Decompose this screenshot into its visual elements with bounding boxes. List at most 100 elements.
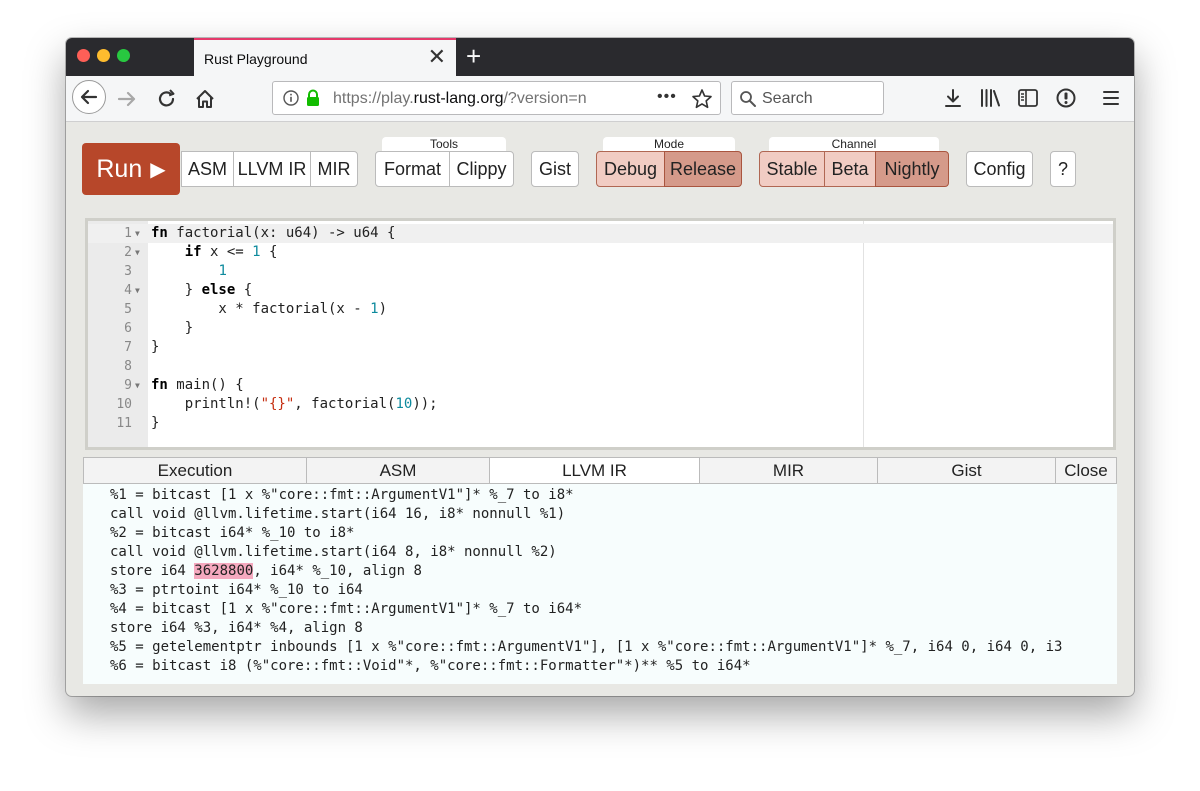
llvm-ir-line: %4 = bitcast [1 x %"core::fmt::ArgumentV… (110, 601, 583, 617)
tab-mir[interactable]: MIR (700, 458, 878, 483)
secure-lock-icon[interactable] (305, 89, 321, 107)
llvm-ir-line: store i64 3628800, i64* %_10, align 8 (110, 563, 422, 579)
navigation-bar: https://play.rust-lang.org/?version=n ••… (66, 76, 1134, 122)
url-text[interactable]: https://play.rust-lang.org/?version=n (333, 90, 623, 108)
stable-button[interactable]: Stable (759, 151, 825, 187)
code-line[interactable]: 10 println!("{}", factorial(10)); (88, 395, 1113, 414)
line-number: 11 (116, 416, 132, 431)
channel-group-label: Channel (769, 137, 939, 151)
play-icon: ▶ (150, 158, 166, 181)
home-button[interactable] (193, 87, 217, 111)
code-line[interactable]: 11} (88, 414, 1113, 433)
bookmark-star-icon[interactable] (691, 88, 713, 110)
fold-arrow-icon[interactable]: ▼ (135, 224, 140, 243)
close-tab-icon[interactable]: ✕ (428, 46, 446, 68)
line-number: 7 (124, 340, 132, 355)
llvm-ir-line: call void @llvm.lifetime.start(i64 8, i8… (110, 544, 557, 560)
code-text: } (151, 320, 194, 336)
clippy-button[interactable]: Clippy (449, 151, 514, 187)
maximize-window-icon[interactable] (117, 49, 130, 62)
llvm-ir-line: %1 = bitcast [1 x %"core::fmt::ArgumentV… (110, 487, 574, 503)
code-line[interactable]: 1 ▼ fn factorial(x: u64) -> u64 { (88, 224, 1113, 243)
tab-gist[interactable]: Gist (878, 458, 1056, 483)
search-placeholder: Search (762, 90, 813, 107)
search-icon (740, 91, 756, 107)
tab-title: Rust Playground (204, 51, 308, 67)
gist-button[interactable]: Gist (531, 151, 579, 187)
llvm-ir-line: call void @llvm.lifetime.start(i64 16, i… (110, 506, 566, 522)
sidebar-icon[interactable] (1017, 87, 1039, 109)
help-button[interactable]: ? (1050, 151, 1076, 187)
hamburger-menu-icon[interactable] (1102, 88, 1120, 108)
tools-group-label: Tools (382, 137, 506, 151)
debug-button[interactable]: Debug (596, 151, 665, 187)
page-actions-menu[interactable]: ••• (657, 88, 677, 106)
tab-llvm-ir[interactable]: LLVM IR (490, 458, 700, 483)
code-editor[interactable]: 1 ▼ fn factorial(x: u64) -> u64 {2 ▼ if x <… (85, 218, 1116, 450)
address-bar[interactable]: https://play.rust-lang.org/?version=n ••… (272, 81, 721, 115)
tab-execution[interactable]: Execution (84, 458, 307, 483)
library-icon[interactable] (979, 87, 1003, 109)
tab-bar: Rust Playground ✕ + (66, 38, 1134, 76)
code-line[interactable]: 6 } (88, 319, 1113, 338)
line-number: 4 (124, 283, 132, 298)
config-button[interactable]: Config (966, 151, 1033, 187)
code-text: println!("{}", factorial(10)); (151, 396, 438, 412)
code-line[interactable]: 8 (88, 357, 1113, 376)
fold-arrow-icon[interactable]: ▼ (135, 281, 140, 300)
output-tabs: Execution ASM LLVM IR MIR Gist Close (83, 457, 1117, 484)
release-button[interactable]: Release (664, 151, 742, 187)
browser-tab[interactable]: Rust Playground ✕ (194, 38, 456, 76)
search-bar[interactable]: Search (731, 81, 884, 115)
line-number: 3 (124, 264, 132, 279)
close-window-icon[interactable] (77, 49, 90, 62)
code-text: fn main() { (151, 377, 244, 393)
fold-arrow-icon[interactable]: ▼ (135, 376, 140, 395)
line-number: 6 (124, 321, 132, 336)
code-line[interactable]: 3 1 (88, 262, 1113, 281)
code-line[interactable]: 2 ▼ if x <= 1 { (88, 243, 1113, 262)
code-line[interactable]: 4 ▼ } else { (88, 281, 1113, 300)
llvm-ir-button[interactable]: LLVM IR (233, 151, 311, 187)
back-arrow-icon (80, 89, 98, 105)
new-tab-button[interactable]: + (466, 42, 481, 70)
nightly-button[interactable]: Nightly (875, 151, 949, 187)
line-number: 5 (124, 302, 132, 317)
downloads-icon[interactable] (942, 87, 964, 109)
llvm-ir-line: store i64 %3, i64* %4, align 8 (110, 620, 363, 636)
extension-icon[interactable] (1055, 87, 1077, 109)
line-number: 10 (116, 397, 132, 412)
code-text: if x <= 1 { (184, 244, 278, 260)
fold-arrow-icon[interactable]: ▼ (135, 243, 140, 262)
forward-button[interactable] (116, 88, 138, 110)
code-line[interactable]: 5 x * factorial(x - 1) (88, 300, 1113, 319)
code-text: } else { (151, 282, 253, 298)
line-number: 1 (124, 226, 132, 241)
llvm-ir-line: %2 = bitcast i64* %_10 to i8* (110, 525, 355, 541)
llvm-ir-line: %6 = bitcast i8 (%"core::fmt::Void"*, %"… (110, 658, 751, 674)
output-panel[interactable]: %1 = bitcast [1 x %"core::fmt::ArgumentV… (83, 484, 1117, 684)
line-number: 9 (124, 378, 132, 393)
llvm-ir-line: %3 = ptrtoint i64* %_10 to i64 (110, 582, 363, 598)
code-line[interactable]: 7} (88, 338, 1113, 357)
tab-asm[interactable]: ASM (307, 458, 490, 483)
mode-group-label: Mode (603, 137, 735, 151)
run-button[interactable]: Run ▶ (82, 143, 180, 195)
info-icon[interactable] (283, 90, 299, 106)
beta-button[interactable]: Beta (824, 151, 876, 187)
code-text: x * factorial(x - 1) (151, 301, 388, 317)
code-text: } (151, 339, 160, 355)
run-label: Run (96, 154, 143, 183)
asm-button[interactable]: ASM (181, 151, 234, 187)
mir-button[interactable]: MIR (310, 151, 358, 187)
llvm-ir-line: %5 = getelementptr inbounds [1 x %"core:… (110, 639, 1063, 655)
minimize-window-icon[interactable] (97, 49, 110, 62)
code-text: } (151, 415, 160, 431)
back-button[interactable] (72, 80, 106, 114)
code-text: fn factorial(x: u64) -> u64 { (151, 225, 396, 241)
format-button[interactable]: Format (375, 151, 450, 187)
code-text: 1 (218, 263, 227, 279)
reload-button[interactable] (156, 88, 178, 110)
close-output-button[interactable]: Close (1056, 458, 1116, 483)
code-line[interactable]: 9 ▼ fn main() { (88, 376, 1113, 395)
